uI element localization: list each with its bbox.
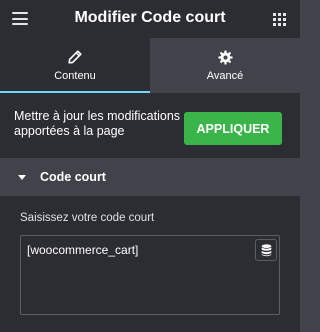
editor-header: Modifier Code court (0, 0, 300, 38)
section-title: Code court (40, 170, 106, 184)
database-icon (261, 244, 272, 257)
section-content: Saisissez votre code court (0, 197, 300, 332)
tab-label: Contenu (54, 70, 96, 82)
tab-label: Avancé (206, 70, 244, 82)
pencil-icon (0, 50, 150, 66)
grid-icon[interactable] (273, 13, 286, 26)
hamburger-icon[interactable] (12, 12, 28, 25)
gear-icon (150, 50, 300, 66)
panel-title: Modifier Code court (74, 9, 226, 26)
tab-contenu[interactable]: Contenu (0, 38, 150, 93)
shortcode-label: Saisissez votre code court (20, 212, 155, 224)
tab-avance[interactable]: Avancé (150, 38, 300, 93)
update-notice: Mettre à jour les modifications apportée… (0, 93, 300, 158)
apply-button[interactable]: APPLIQUER (184, 112, 282, 145)
caret-down-icon (18, 175, 26, 180)
update-notice-text: Mettre à jour les modifications apportée… (14, 109, 181, 138)
section-toggle-code-court[interactable]: Code court (0, 158, 300, 197)
shortcode-textarea[interactable] (20, 235, 280, 315)
dynamic-tags-button[interactable] (255, 239, 277, 261)
panel-tabs: Contenu Avancé (0, 38, 300, 93)
